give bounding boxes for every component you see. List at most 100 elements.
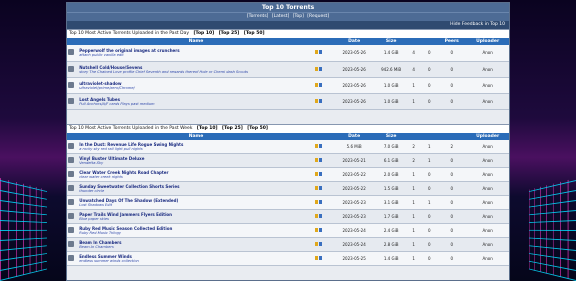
download-cell[interactable]	[313, 93, 332, 110]
magnet-icon[interactable]	[314, 98, 318, 103]
day-top25-link[interactable]: [Top 25]	[219, 31, 240, 36]
col-size[interactable]: Size	[376, 132, 406, 140]
name-cell[interactable]: Vinyl Buster Ultimate Deluxe Vendetta-Sky	[78, 153, 314, 168]
name-cell[interactable]: Ruby Red Music Season Collected Edition R…	[78, 223, 314, 238]
category-cell[interactable]	[67, 223, 79, 238]
category-icon[interactable]	[68, 241, 74, 247]
category-cell[interactable]	[67, 45, 79, 62]
day-top10-link[interactable]: [Top 10]	[193, 31, 214, 36]
uploader-cell[interactable]: Anon	[466, 45, 509, 62]
name-cell[interactable]: Sunday Sweetwater Collection Shorts Seri…	[78, 181, 314, 196]
col-name[interactable]: Name	[78, 132, 314, 140]
download-icon[interactable]	[318, 214, 322, 218]
col-uploader[interactable]: Uploader	[466, 132, 509, 140]
category-icon[interactable]	[68, 255, 74, 261]
uploader-cell[interactable]: Anon	[466, 195, 509, 210]
category-icon[interactable]	[68, 213, 74, 219]
download-cell[interactable]	[313, 45, 332, 62]
name-cell[interactable]: Pepperwolf the original images at crunch…	[78, 45, 314, 62]
name-cell[interactable]: Endless Summer Winds endless summer winds…	[78, 251, 314, 266]
category-cell[interactable]	[67, 61, 79, 78]
nav-link-torrents[interactable]: [Torrents]	[247, 14, 269, 19]
category-cell[interactable]	[67, 153, 79, 168]
day-top50-link[interactable]: [Top 50]	[244, 31, 265, 36]
download-icon[interactable]	[318, 172, 322, 176]
category-icon[interactable]	[68, 81, 74, 88]
uploader-cell[interactable]: Anon	[466, 181, 509, 196]
category-cell[interactable]	[67, 181, 79, 196]
category-cell[interactable]	[67, 139, 79, 154]
category-cell[interactable]	[67, 167, 79, 182]
magnet-icon[interactable]	[314, 186, 318, 190]
nav-link-top[interactable]: [Top]	[293, 14, 304, 19]
download-icon[interactable]	[318, 98, 322, 103]
magnet-icon[interactable]	[314, 158, 318, 162]
name-cell[interactable]: Nutshell Cold/House/Sevens story The Chai…	[78, 61, 314, 78]
download-cell[interactable]	[313, 61, 332, 78]
name-cell[interactable]: Unwatched Days Of The Shadow (Extended) L…	[78, 195, 314, 210]
download-cell[interactable]	[313, 209, 332, 224]
magnet-icon[interactable]	[314, 256, 318, 260]
download-icon[interactable]	[318, 82, 322, 87]
magnet-icon[interactable]	[314, 228, 318, 232]
magnet-icon[interactable]	[314, 200, 318, 204]
magnet-icon[interactable]	[314, 242, 318, 246]
magnet-icon[interactable]	[314, 82, 318, 87]
col-uploader[interactable]: Uploader	[466, 38, 509, 45]
uploader-cell[interactable]: Anon	[466, 93, 509, 110]
name-cell[interactable]: Lost Angels Tubes Pull Anchors/A/F cards …	[78, 93, 314, 110]
category-icon[interactable]	[68, 49, 74, 56]
download-icon[interactable]	[318, 200, 322, 204]
category-icon[interactable]	[68, 199, 74, 205]
category-icon[interactable]	[68, 65, 74, 72]
col-size[interactable]: Size	[376, 38, 406, 45]
uploader-cell[interactable]: Anon	[466, 223, 509, 238]
uploader-cell[interactable]: Anon	[466, 167, 509, 182]
download-cell[interactable]	[313, 153, 332, 168]
download-cell[interactable]	[313, 181, 332, 196]
name-cell[interactable]: Clear Water Creek Nights Road Chapter cle…	[78, 167, 314, 182]
magnet-icon[interactable]	[314, 50, 318, 55]
download-icon[interactable]	[318, 242, 322, 246]
name-cell[interactable]: In the Dust: Revenue Life Rogue Swing Ni…	[78, 139, 314, 154]
download-icon[interactable]	[318, 50, 322, 55]
category-icon[interactable]	[68, 97, 74, 104]
name-cell[interactable]: Paper Trails Wind Jammers Flyers Edition…	[78, 209, 314, 224]
download-cell[interactable]	[313, 237, 332, 252]
category-icon[interactable]	[68, 157, 74, 163]
col-date[interactable]: Date	[331, 132, 377, 140]
category-cell[interactable]	[67, 237, 79, 252]
magnet-icon[interactable]	[314, 214, 318, 218]
magnet-icon[interactable]	[314, 172, 318, 176]
download-cell[interactable]	[313, 167, 332, 182]
uploader-cell[interactable]: Anon	[466, 77, 509, 94]
category-cell[interactable]	[67, 77, 79, 94]
category-icon[interactable]	[68, 227, 74, 233]
uploader-cell[interactable]: Anon	[466, 251, 509, 266]
name-cell[interactable]: ultraviolet-shadow ultraviolet/prime/zero…	[78, 77, 314, 94]
category-icon[interactable]	[68, 171, 74, 177]
category-cell[interactable]	[67, 209, 79, 224]
nav-link-request[interactable]: [Request]	[307, 14, 329, 19]
category-icon[interactable]	[68, 142, 74, 149]
uploader-cell[interactable]: Anon	[466, 139, 509, 154]
uploader-cell[interactable]: Anon	[466, 237, 509, 252]
download-icon[interactable]	[318, 256, 322, 260]
category-cell[interactable]	[67, 195, 79, 210]
nav-link-latest[interactable]: [Latest]	[272, 14, 289, 19]
hide-feedback-link[interactable]: Hide Feedback in Top 10	[67, 21, 509, 29]
category-cell[interactable]	[67, 251, 79, 266]
week-top50-link[interactable]: [Top 50]	[247, 126, 268, 131]
uploader-cell[interactable]: Anon	[466, 153, 509, 168]
download-cell[interactable]	[313, 251, 332, 266]
download-cell[interactable]	[313, 77, 332, 94]
week-top10-link[interactable]: [Top 10]	[197, 126, 218, 131]
uploader-cell[interactable]: Anon	[466, 209, 509, 224]
magnet-icon[interactable]	[314, 143, 318, 148]
download-icon[interactable]	[318, 143, 322, 148]
week-top25-link[interactable]: [Top 25]	[222, 126, 243, 131]
download-cell[interactable]	[313, 223, 332, 238]
name-cell[interactable]: Beam In Chambers Beam-In Chambers	[78, 237, 314, 252]
download-cell[interactable]	[313, 195, 332, 210]
col-date[interactable]: Date	[331, 38, 377, 45]
